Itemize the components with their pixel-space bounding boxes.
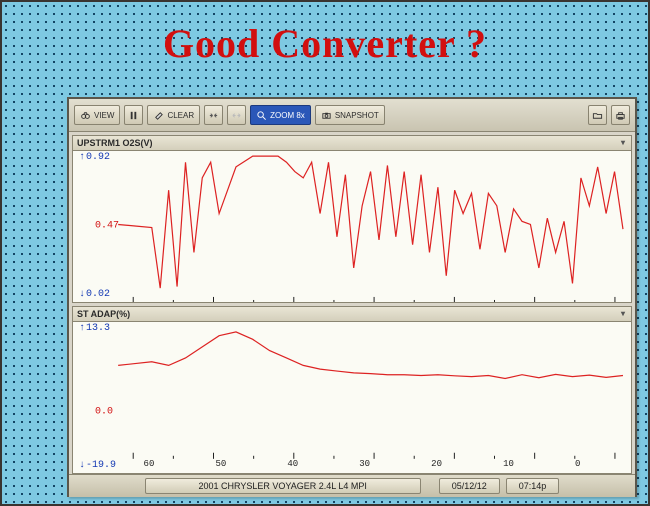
print-button[interactable] — [611, 105, 630, 125]
folder-open-icon — [592, 110, 603, 121]
vehicle-info[interactable]: 2001 CHRYSLER VOYAGER 2.4L L4 MPI — [145, 478, 421, 494]
y-mid-label: 0.0 — [95, 407, 113, 418]
zoom-button[interactable]: ZOOM 8x — [250, 105, 311, 125]
arrows-in-icon — [208, 110, 219, 121]
upstream-plot — [73, 150, 631, 302]
chevron-down-icon[interactable]: ▾ — [618, 309, 628, 319]
x-ticks: 6050 4030 2010 0 — [73, 459, 631, 471]
arrows-out-icon — [231, 110, 242, 121]
view-label: VIEW — [94, 111, 114, 120]
pane-header-label: UPSTRM1 O2S(V) — [77, 136, 153, 150]
collapse-button[interactable] — [204, 105, 223, 125]
expand-button[interactable] — [227, 105, 246, 125]
open-folder-button[interactable] — [588, 105, 607, 125]
page-title: Good Converter ? — [2, 20, 648, 67]
stadap-plot — [73, 321, 631, 473]
y-high-label: ↑13.3 — [79, 323, 110, 334]
clear-label: CLEAR — [167, 111, 194, 120]
scope-window: VIEW CLEAR — [67, 97, 637, 497]
date-info[interactable]: 05/12/12 — [439, 478, 500, 494]
camera-icon — [321, 110, 332, 121]
printer-icon — [615, 110, 626, 121]
upstream-o2s-pane: UPSTRM1 O2S(V) ▾ — [72, 135, 632, 303]
y-low-label: ↓0.02 — [79, 289, 110, 300]
snapshot-label: SNAPSHOT — [335, 111, 379, 120]
y-mid-label: 0.47 — [95, 221, 119, 232]
time-info[interactable]: 07:14p — [506, 478, 560, 494]
chart-area: UPSTRM1 O2S(V) ▾ — [69, 132, 635, 474]
pause-icon — [128, 110, 139, 121]
pause-button[interactable] — [124, 105, 143, 125]
zoom-label: ZOOM 8x — [270, 111, 305, 120]
eraser-icon — [153, 110, 164, 121]
binoculars-icon — [80, 110, 91, 121]
chevron-down-icon[interactable]: ▾ — [618, 138, 628, 148]
pane-header-label: ST ADAP(%) — [77, 307, 130, 321]
st-adap-pane: ST ADAP(%) ▾ — [72, 306, 632, 474]
y-high-label: ↑0.92 — [79, 152, 110, 163]
view-button[interactable]: VIEW — [74, 105, 120, 125]
clear-button[interactable]: CLEAR — [147, 105, 200, 125]
snapshot-button[interactable]: SNAPSHOT — [315, 105, 385, 125]
magnifier-icon — [256, 110, 267, 121]
status-bar: 2001 CHRYSLER VOYAGER 2.4L L4 MPI 05/12/… — [69, 474, 635, 497]
toolbar: VIEW CLEAR — [69, 99, 635, 132]
